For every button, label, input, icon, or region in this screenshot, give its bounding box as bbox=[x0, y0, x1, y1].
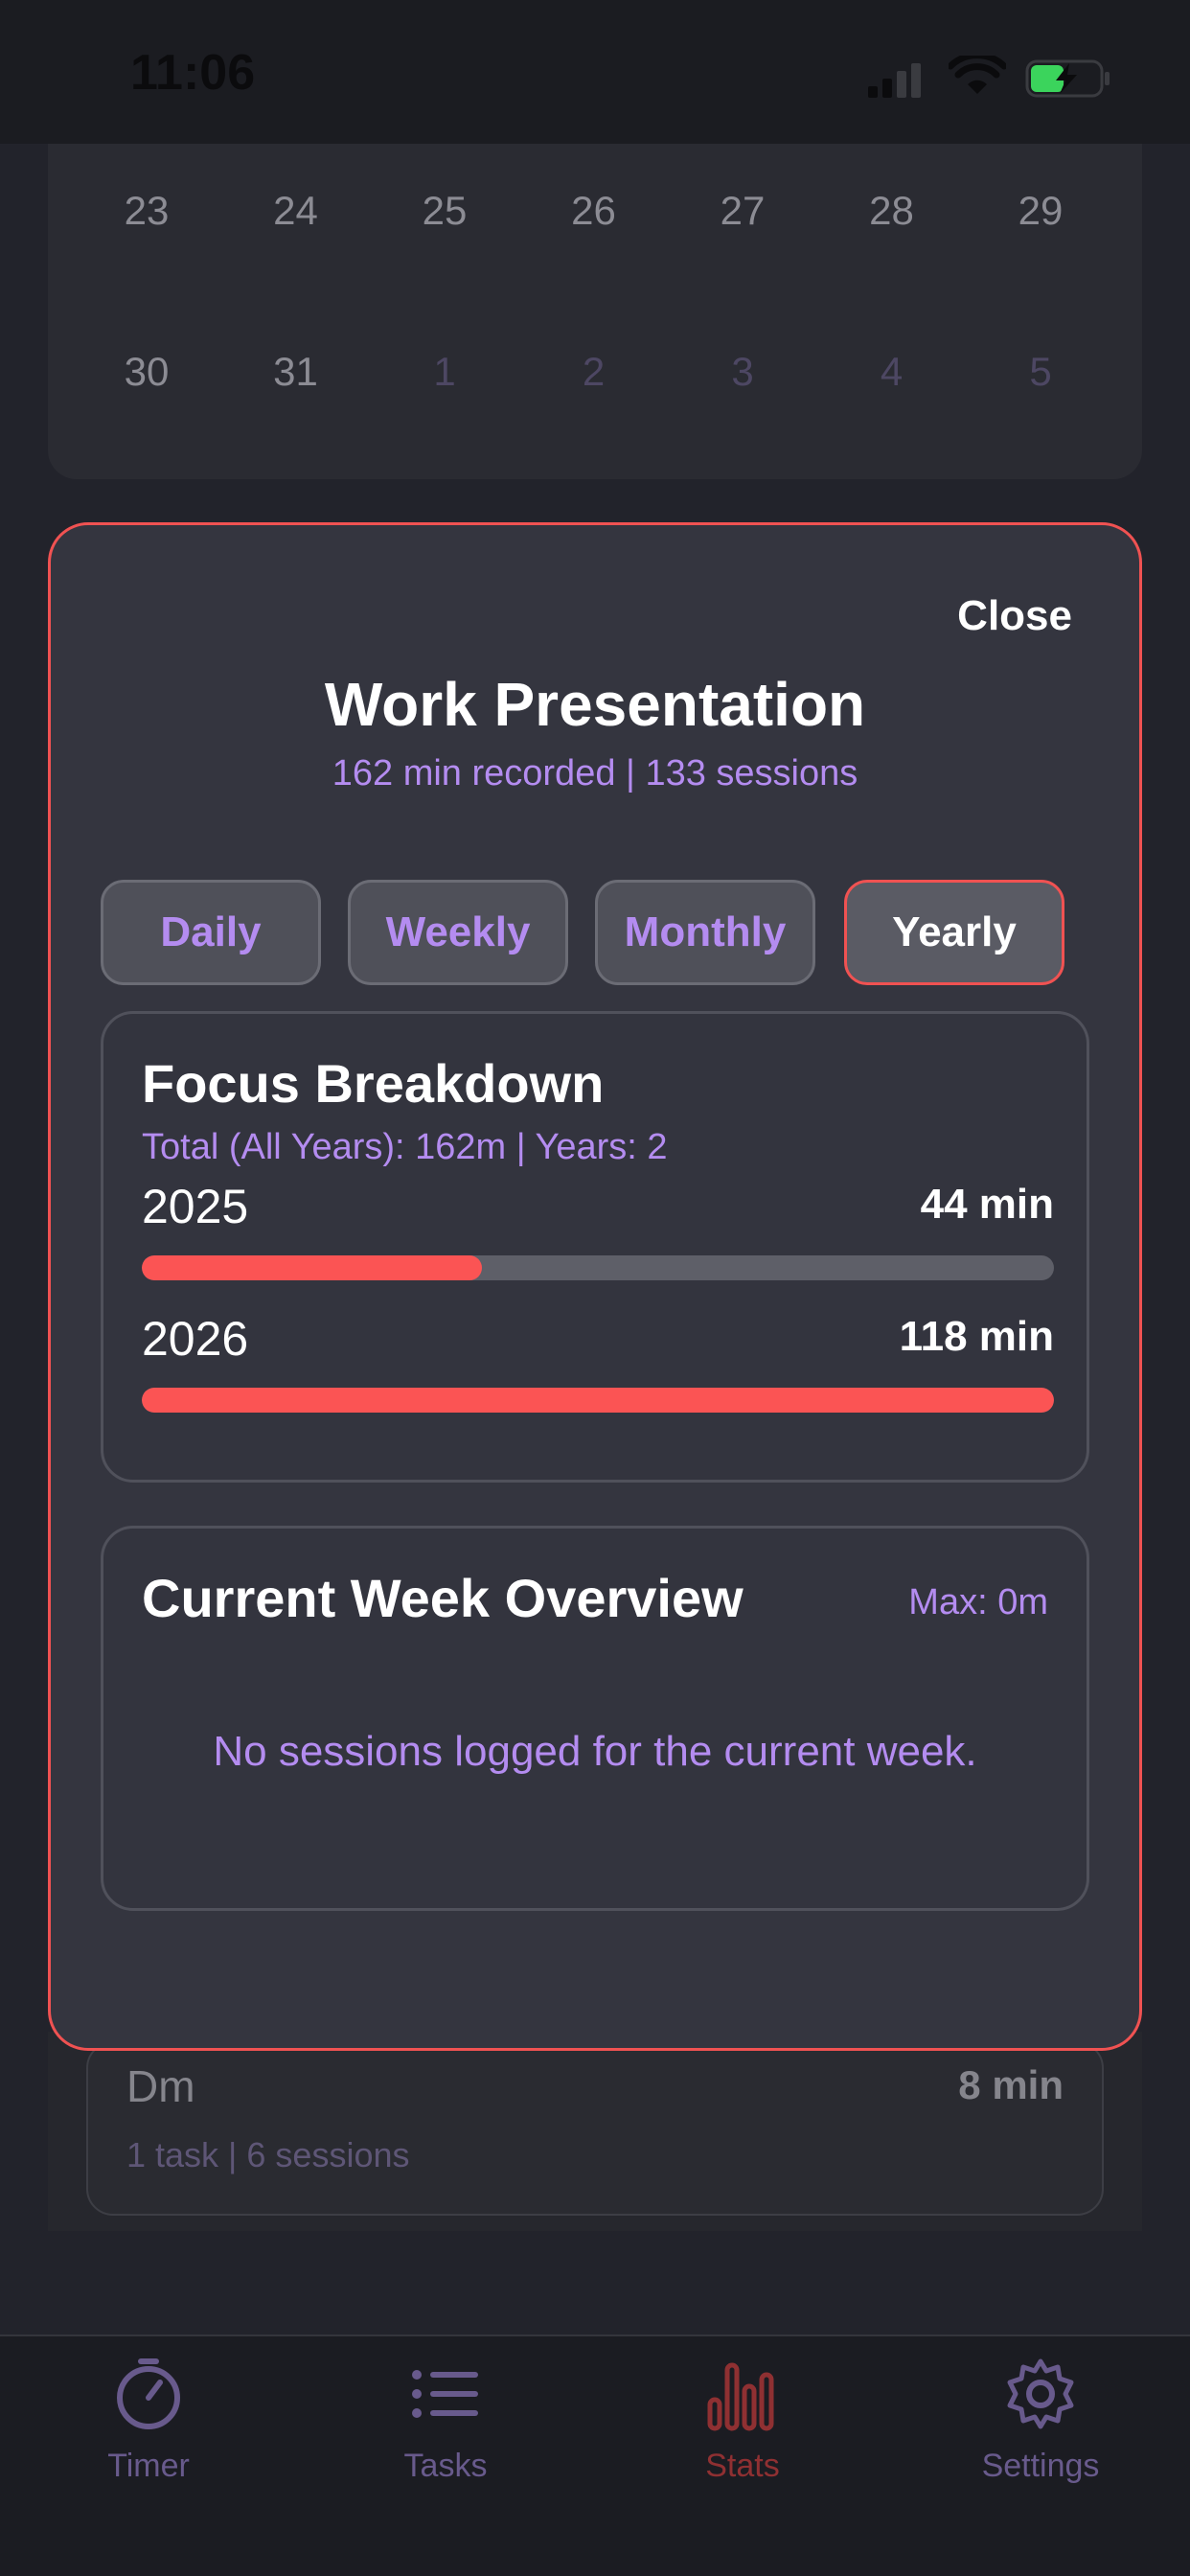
tab-daily[interactable]: Daily bbox=[101, 880, 321, 985]
tab-monthly[interactable]: Monthly bbox=[595, 880, 815, 985]
focus-breakdown-card: Focus Breakdown Total (All Years): 162m … bbox=[101, 1011, 1089, 1483]
focus-breakdown-summary: Total (All Years): 162m | Years: 2 bbox=[142, 1127, 668, 1167]
calendar-day[interactable]: 2 bbox=[537, 349, 652, 395]
status-bar: 11:06 bbox=[0, 0, 1190, 144]
calendar-week-row: 23 24 25 26 27 28 29 bbox=[48, 188, 1142, 264]
bottom-tab-bar: Timer Tasks Stats Settings bbox=[0, 2334, 1190, 2576]
calendar-day[interactable]: 29 bbox=[983, 188, 1098, 234]
calendar-day[interactable]: 28 bbox=[835, 188, 950, 234]
progress-track bbox=[142, 1255, 1054, 1280]
tabbar-item-timer[interactable]: Timer bbox=[34, 2356, 263, 2528]
calendar-day[interactable]: 30 bbox=[89, 349, 204, 395]
list-item-name: Dm bbox=[126, 2061, 195, 2111]
battery-charging-icon bbox=[1025, 59, 1110, 98]
tabbar-item-tasks[interactable]: Tasks bbox=[331, 2356, 561, 2528]
calendar-day[interactable]: 24 bbox=[239, 188, 354, 234]
list-icon bbox=[412, 2370, 478, 2418]
current-week-title: Current Week Overview bbox=[142, 1568, 744, 1628]
calendar-card: 23 24 25 26 27 28 29 30 31 1 2 3 4 5 bbox=[48, 144, 1142, 479]
year-label: 2026 bbox=[142, 1312, 249, 1366]
progress-track bbox=[142, 1388, 1054, 1413]
bar-chart-icon bbox=[707, 2362, 774, 2431]
gear-icon bbox=[1007, 2358, 1074, 2429]
period-tabs: Daily Weekly Monthly Yearly bbox=[101, 880, 1093, 985]
calendar-day[interactable]: 26 bbox=[537, 188, 652, 234]
current-week-card: Current Week Overview Max: 0m No session… bbox=[101, 1526, 1089, 1911]
calendar-day[interactable]: 25 bbox=[387, 188, 502, 234]
tabbar-label: Settings bbox=[981, 2448, 1100, 2484]
modal-subtitle: 162 min recorded | 133 sessions bbox=[332, 753, 858, 794]
week-max-label: Max: 0m bbox=[908, 1582, 1048, 1622]
empty-state-message: No sessions logged for the current week. bbox=[213, 1728, 977, 1775]
calendar-day[interactable]: 1 bbox=[387, 349, 502, 395]
cellular-signal-icon bbox=[868, 63, 921, 98]
task-stats-modal: Close Work Presentation 162 min recorded… bbox=[48, 522, 1142, 2051]
wifi-icon bbox=[949, 56, 1006, 94]
focus-breakdown-title: Focus Breakdown bbox=[142, 1053, 605, 1114]
list-item-minutes: 8 min bbox=[958, 2062, 1064, 2107]
close-button[interactable]: Close bbox=[957, 592, 1072, 640]
progress-fill bbox=[142, 1255, 483, 1280]
tabbar-label: Stats bbox=[705, 2448, 780, 2484]
tabbar-label: Tasks bbox=[403, 2448, 488, 2484]
year-row: 2025 44 min bbox=[142, 1179, 1054, 1294]
calendar-week-row: 30 31 1 2 3 4 5 bbox=[48, 349, 1142, 426]
list-item-subtitle: 1 task | 6 sessions bbox=[126, 2135, 410, 2174]
calendar-day[interactable]: 27 bbox=[685, 188, 800, 234]
progress-fill bbox=[142, 1388, 1054, 1413]
status-time: 11:06 bbox=[130, 45, 256, 101]
year-label: 2025 bbox=[142, 1180, 249, 1233]
tabbar-item-stats[interactable]: Stats bbox=[628, 2356, 858, 2528]
tabbar-item-settings[interactable]: Settings bbox=[926, 2356, 1156, 2528]
tab-weekly[interactable]: Weekly bbox=[348, 880, 568, 985]
year-minutes: 44 min bbox=[920, 1181, 1054, 1228]
calendar-day[interactable]: 5 bbox=[983, 349, 1098, 395]
tabbar-label: Timer bbox=[107, 2448, 190, 2484]
calendar-day[interactable]: 3 bbox=[685, 349, 800, 395]
list-item[interactable]: Dm 8 min 1 task | 6 sessions bbox=[86, 2041, 1104, 2216]
year-minutes: 118 min bbox=[899, 1313, 1054, 1360]
tab-yearly[interactable]: Yearly bbox=[844, 880, 1064, 985]
calendar-day[interactable]: 31 bbox=[239, 349, 354, 395]
timer-icon bbox=[117, 2358, 180, 2429]
calendar-day[interactable]: 4 bbox=[835, 349, 950, 395]
calendar-day[interactable]: 23 bbox=[89, 188, 204, 234]
modal-title: Work Presentation bbox=[324, 670, 866, 739]
year-row: 2026 118 min bbox=[142, 1311, 1054, 1426]
